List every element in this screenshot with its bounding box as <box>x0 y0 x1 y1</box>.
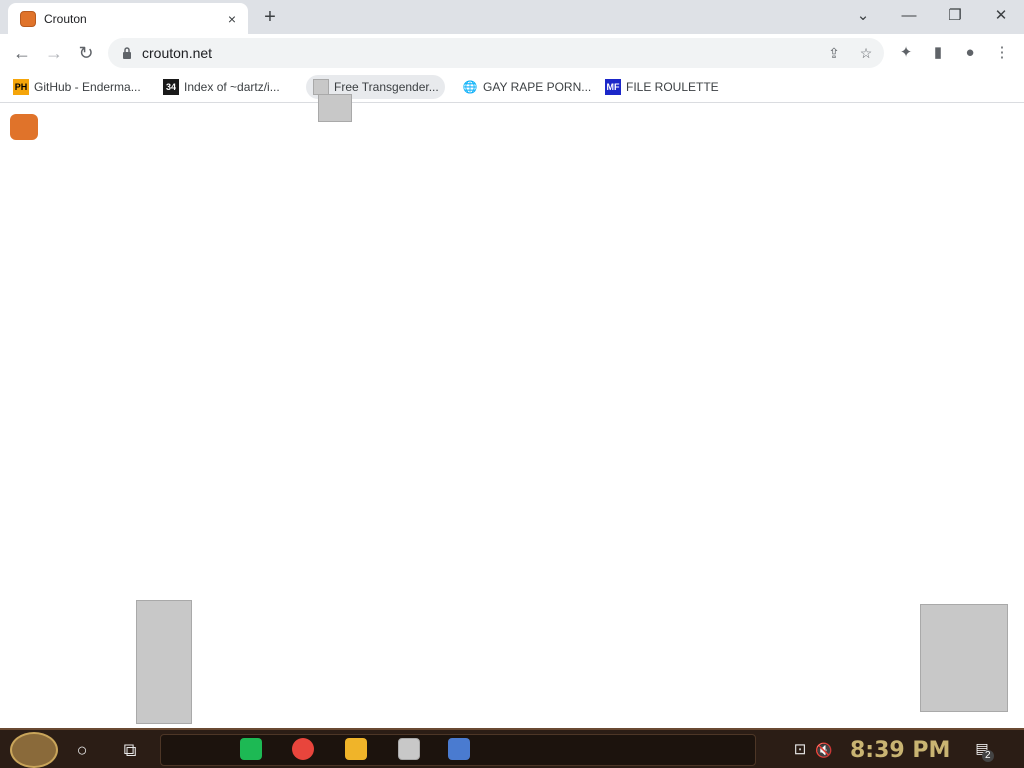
bookmark-star-icon[interactable]: ☆ <box>856 43 876 63</box>
url-text[interactable]: crouton.net <box>142 45 212 61</box>
tab-strip: Crouton × + ⌄ — ❐ ✕ <box>0 0 1024 34</box>
forward-button[interactable]: → <box>40 39 68 67</box>
bookmark-index-dartz[interactable]: 34 Index of ~dartz/i... <box>156 75 286 99</box>
share-icon[interactable]: ⇪ <box>824 43 844 63</box>
bookmark-label: GitHub - Enderma... <box>34 80 141 94</box>
tab-title: Crouton <box>44 12 87 26</box>
bookmark-globe[interactable]: 🌐 GAY RAPE PORN... <box>455 75 597 99</box>
bookmark-favicon-icon: MF <box>605 79 621 95</box>
globe-icon: 🌐 <box>462 80 478 94</box>
address-bar[interactable]: crouton.net ⇪ ☆ <box>108 38 884 68</box>
notes-app-icon[interactable] <box>240 738 262 760</box>
lock-icon <box>123 47 131 59</box>
volume-muted-icon[interactable]: 🔇 <box>810 736 838 764</box>
search-icon[interactable]: ○ <box>68 736 96 764</box>
close-window-button[interactable]: ✕ <box>978 0 1024 34</box>
extensions-icon[interactable]: ✦ <box>895 42 917 64</box>
bookmark-favicon-icon: 34 <box>163 79 179 95</box>
back-button[interactable]: ← <box>8 39 36 67</box>
file-explorer-icon[interactable] <box>345 738 367 760</box>
bookmark-favicon-icon <box>313 79 329 95</box>
bookmark-label: GAY RAPE PORN... <box>483 80 592 94</box>
bookmark-label: Index of ~dartz/i... <box>184 80 280 94</box>
app-thumbnail-icon[interactable] <box>398 738 420 760</box>
chrome-app-icon[interactable] <box>292 738 314 760</box>
reload-button[interactable]: ↻ <box>72 39 100 67</box>
bookmarks-bar: PH GitHub - Enderma... 34 Index of ~dart… <box>0 72 1024 103</box>
bookmark-label: FILE ROULETTE <box>626 80 719 94</box>
bookmark-file-roulette[interactable]: MF FILE ROULETTE <box>598 75 725 99</box>
new-tab-button[interactable]: + <box>258 6 282 28</box>
clock[interactable]: 8:39 PM <box>850 738 950 763</box>
browser-toolbar: ← → ↻ crouton.net ⇪ ☆ ✦ ▮ ● ⋮ <box>0 34 1024 72</box>
page-content <box>0 94 1024 728</box>
cursor-pointer-image <box>318 94 352 122</box>
task-view-icon[interactable]: ⧉ <box>116 736 144 764</box>
tab-search-chevron-icon[interactable]: ⌄ <box>840 0 886 34</box>
restore-button[interactable]: ❐ <box>932 0 978 34</box>
start-button[interactable] <box>10 732 58 768</box>
tab-close-icon[interactable]: × <box>222 9 242 29</box>
virtualbox-icon[interactable] <box>448 738 470 760</box>
bookmark-favicon-icon: PH <box>13 79 29 95</box>
notification-count-badge: 2 <box>982 750 994 762</box>
bookmark-github[interactable]: PH GitHub - Enderma... <box>6 75 147 99</box>
menu-icon[interactable]: ⋮ <box>991 42 1013 64</box>
taskbar: ○ ⧉ ⊡ 🔇 8:39 PM ▤ 2 <box>0 728 1024 768</box>
side-panel-icon[interactable]: ▮ <box>927 42 949 64</box>
crouton-favicon-icon <box>20 11 36 27</box>
hamster-image <box>920 604 1008 712</box>
tab-crouton[interactable]: Crouton × <box>8 3 248 34</box>
profile-icon[interactable]: ● <box>959 42 981 64</box>
cartoon-character-image <box>136 600 192 724</box>
minimize-button[interactable]: — <box>886 0 932 34</box>
bookmark-label: Free Transgender... <box>334 80 439 94</box>
crouton-image[interactable] <box>10 114 38 140</box>
